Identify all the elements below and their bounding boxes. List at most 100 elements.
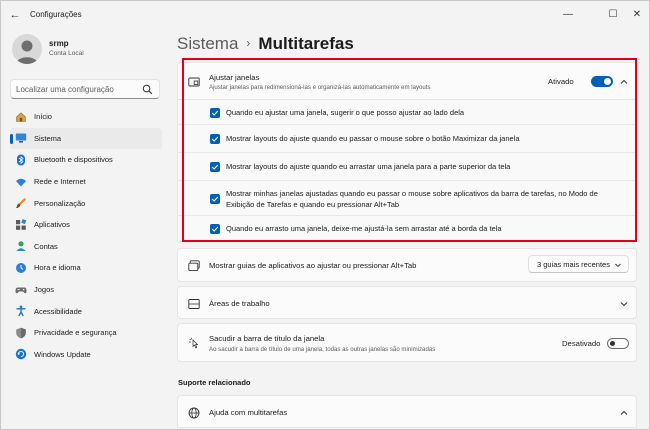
snap-windows-toggle[interactable] bbox=[591, 76, 613, 87]
sidebar-item-personalizacao[interactable]: Personalização bbox=[10, 192, 162, 214]
title-bar: ← Configurações — ☐ ✕ bbox=[1, 1, 650, 29]
bluetooth-icon bbox=[15, 154, 27, 166]
brush-icon bbox=[15, 197, 27, 209]
page-title: Multitarefas bbox=[258, 34, 354, 53]
shake-toggle-state: Desativado bbox=[562, 339, 601, 348]
shake-toggle[interactable] bbox=[607, 338, 629, 349]
desktops-card[interactable]: Áreas de trabalho bbox=[177, 286, 637, 319]
gamepad-icon bbox=[15, 284, 27, 296]
checkbox-label: Quando eu ajustar uma janela, sugerir o … bbox=[226, 108, 465, 117]
alt-tab-title: Mostrar guias de aplicativos ao ajustar … bbox=[209, 261, 417, 270]
snap-windows-card[interactable]: Ajustar janelas Ajustar janelas para red… bbox=[177, 62, 637, 100]
shake-description: Ao sacudir a barra de título de uma jane… bbox=[209, 346, 436, 353]
settings-window: ← Configurações — ☐ ✕ srmp Conta Local I… bbox=[0, 0, 650, 430]
sidebar-item-jogos[interactable]: Jogos bbox=[10, 279, 162, 301]
sidebar-item-contas[interactable]: Contas bbox=[10, 236, 162, 258]
sidebar-item-privacidade[interactable]: Privacidade e segurança bbox=[10, 322, 162, 344]
sidebar-item-hora[interactable]: Hora e idioma bbox=[10, 257, 162, 279]
checkbox-label: Mostrar layouts do ajuste quando eu arra… bbox=[226, 162, 511, 171]
checkmark-icon bbox=[211, 110, 219, 116]
update-icon bbox=[15, 348, 27, 360]
checkbox-label: Mostrar minhas janelas ajustadas quando … bbox=[226, 189, 598, 198]
chevron-up-icon[interactable] bbox=[619, 77, 629, 87]
account-type: Conta Local bbox=[49, 50, 84, 57]
sidebar-item-bluetooth[interactable]: Bluetooth e dispositivos bbox=[10, 149, 162, 171]
desktops-title: Áreas de trabalho bbox=[209, 299, 270, 308]
title-bar-shake-card: Sacudir a barra de título da janela Ao s… bbox=[177, 323, 637, 362]
chevron-down-icon[interactable] bbox=[619, 299, 629, 309]
sidebar-item-label: Início bbox=[34, 112, 52, 122]
maximize-icon: ☐ bbox=[608, 8, 618, 20]
chevron-up-icon[interactable] bbox=[619, 408, 629, 418]
shake-cursor-icon bbox=[189, 337, 199, 349]
checkmark-icon bbox=[211, 136, 219, 142]
sidebar-item-aplicativos[interactable]: Aplicativos bbox=[10, 214, 162, 236]
sidebar-item-acessibilidade[interactable]: Acessibilidade bbox=[10, 300, 162, 322]
maximize-button[interactable]: ☐ bbox=[601, 5, 625, 23]
shield-icon bbox=[15, 327, 27, 339]
globe-clock-icon bbox=[15, 262, 27, 274]
snap-maximize-layouts-checkbox[interactable] bbox=[210, 134, 220, 144]
home-icon bbox=[15, 111, 27, 123]
back-button[interactable]: ← bbox=[7, 8, 23, 22]
sidebar-item-label: Sistema bbox=[34, 133, 62, 143]
sidebar-item-rede[interactable]: Rede e Internet bbox=[10, 171, 162, 193]
breadcrumb-parent[interactable]: Sistema bbox=[177, 34, 238, 53]
checkmark-icon bbox=[211, 164, 219, 170]
minimize-button[interactable]: — bbox=[556, 5, 580, 23]
checkbox-label: Mostrar layouts do ajuste quando eu pass… bbox=[226, 134, 520, 143]
accessibility-icon bbox=[15, 305, 27, 317]
window-title: Configurações bbox=[30, 10, 82, 19]
close-button[interactable]: ✕ bbox=[625, 5, 649, 23]
multitasking-help-card[interactable]: Ajuda com multitarefas bbox=[177, 395, 637, 428]
multitasking-help-title: Ajuda com multitarefas bbox=[209, 408, 288, 417]
snap-drag-top-checkbox[interactable] bbox=[210, 162, 220, 172]
back-arrow-icon: ← bbox=[9, 9, 21, 21]
sidebar-item-label: Hora e idioma bbox=[34, 263, 81, 273]
snap-windows-description: Ajustar janelas para redimensioná-las e … bbox=[209, 84, 431, 91]
search-input[interactable] bbox=[16, 82, 141, 97]
monitor-icon bbox=[15, 132, 27, 144]
sidebar-item-label: Windows Update bbox=[34, 349, 91, 359]
search-box bbox=[10, 79, 160, 99]
user-name: srmp bbox=[49, 39, 69, 48]
snap-suggest-checkbox[interactable] bbox=[210, 108, 220, 118]
breadcrumb-chevron-icon: › bbox=[246, 36, 251, 50]
sidebar-item-label: Jogos bbox=[34, 285, 55, 295]
sidebar-nav: Início Sistema Bluetooth e dispositivos … bbox=[10, 106, 162, 365]
user-silhouette-icon bbox=[16, 40, 38, 64]
wifi-icon bbox=[15, 176, 27, 188]
alt-tab-dropdown[interactable]: 3 guias mais recentes bbox=[528, 255, 629, 273]
chevron-down-icon bbox=[615, 263, 621, 268]
snap-drag-no-edge-checkbox[interactable] bbox=[210, 224, 220, 234]
checkmark-icon bbox=[211, 226, 219, 232]
tabs-window-icon bbox=[188, 260, 200, 272]
shake-title: Sacudir a barra de título da janela bbox=[209, 334, 325, 343]
minimize-icon: — bbox=[563, 8, 573, 20]
account-icon bbox=[15, 240, 27, 252]
snap-groups-checkbox[interactable] bbox=[210, 194, 220, 204]
snap-windows-title: Ajustar janelas bbox=[209, 73, 260, 82]
sidebar-item-windows-update[interactable]: Windows Update bbox=[10, 344, 162, 366]
related-support-heading: Suporte relacionado bbox=[178, 378, 251, 387]
sidebar-item-label: Rede e Internet bbox=[34, 177, 86, 187]
apps-icon bbox=[15, 218, 27, 231]
search-icon[interactable] bbox=[142, 84, 153, 95]
sidebar-item-label: Bluetooth e dispositivos bbox=[34, 155, 113, 165]
virtual-desktops-icon bbox=[188, 299, 200, 309]
checkbox-label: Quando eu arrasto uma janela, deixe-me a… bbox=[226, 224, 502, 233]
checkbox-label: Exibição de Tarefas e quando eu pression… bbox=[226, 200, 400, 209]
dropdown-value: 3 guias mais recentes bbox=[537, 260, 610, 269]
close-icon: ✕ bbox=[632, 8, 642, 20]
avatar[interactable] bbox=[12, 34, 42, 64]
snap-layout-icon bbox=[188, 77, 200, 87]
sidebar-item-label: Personalização bbox=[34, 198, 86, 208]
sidebar-item-label: Aplicativos bbox=[34, 220, 70, 230]
globe-icon bbox=[188, 407, 200, 419]
sidebar-item-inicio[interactable]: Início bbox=[10, 106, 162, 128]
sidebar-item-sistema[interactable]: Sistema bbox=[10, 127, 162, 150]
snap-toggle-state: Ativado bbox=[548, 77, 574, 86]
sidebar-item-label: Acessibilidade bbox=[34, 306, 82, 316]
sidebar-item-label: Contas bbox=[34, 241, 58, 251]
sidebar-item-label: Privacidade e segurança bbox=[34, 328, 117, 338]
